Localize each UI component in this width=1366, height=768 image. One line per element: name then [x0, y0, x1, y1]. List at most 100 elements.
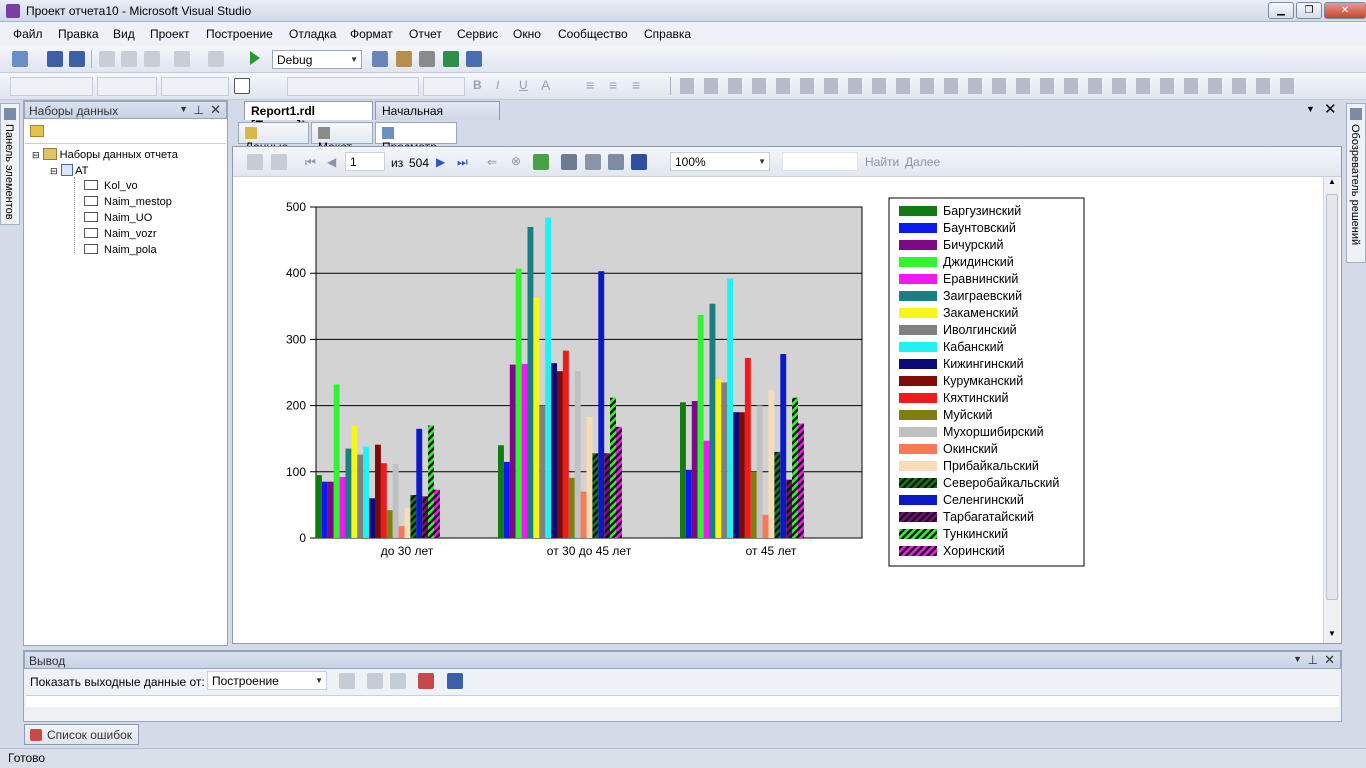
redo-icon[interactable] [208, 51, 224, 67]
menu-edit[interactable]: Правка [58, 27, 99, 41]
start-debug-icon[interactable] [250, 51, 260, 65]
tree-field[interactable]: Kol_vo [84, 180, 138, 192]
chevron-down-icon[interactable]: ▼ [1306, 104, 1315, 114]
horizontal-scrollbar[interactable] [26, 707, 1339, 719]
new-dataset-icon[interactable] [30, 125, 44, 137]
document-map-icon[interactable] [271, 154, 287, 170]
cut-icon[interactable] [99, 51, 115, 67]
close-icon[interactable]: ✕ [1324, 100, 1337, 118]
paste-icon[interactable] [144, 51, 160, 67]
previous-page-icon[interactable]: ◀ [327, 155, 336, 169]
menu-help[interactable]: Справка [644, 27, 691, 41]
tab-data[interactable]: Данные [238, 122, 309, 154]
bold-icon[interactable]: B [473, 78, 482, 92]
back-icon[interactable]: ⇐ [487, 155, 497, 169]
configuration-select[interactable]: Debug ▼ [272, 50, 362, 69]
refresh-icon[interactable] [533, 154, 549, 170]
bar [351, 425, 358, 538]
output-source-select[interactable]: Построение ▼ [207, 671, 327, 690]
menu-file[interactable]: Файл [13, 27, 43, 41]
close-icon[interactable]: ✕ [1324, 2, 1366, 19]
page-setup-icon[interactable] [608, 154, 624, 170]
tab-preview[interactable]: Просмотр [375, 122, 457, 154]
export-icon[interactable] [631, 154, 647, 170]
stop-icon[interactable]: ⊗ [511, 154, 521, 168]
scroll-down-icon[interactable]: ▼ [1328, 629, 1336, 638]
menu-build[interactable]: Построение [206, 27, 273, 41]
menu-report[interactable]: Отчет [409, 27, 442, 41]
tree-root[interactable]: ⊟ Наборы данных отчета [32, 148, 178, 161]
chevron-down-icon[interactable]: ▼ [179, 104, 188, 114]
tree-dataset[interactable]: ⊟ AT [50, 164, 88, 177]
tree-field[interactable]: Naim_UO [84, 212, 152, 224]
bar [798, 423, 804, 538]
print-icon[interactable] [561, 154, 577, 170]
menu-format[interactable]: Формат [350, 27, 393, 41]
toolbox-rail[interactable]: Панель элементов [0, 103, 20, 225]
previous-message-icon[interactable] [367, 673, 383, 689]
legend-entry: Бичурский [943, 238, 1003, 252]
next-link[interactable]: Далее [905, 155, 940, 169]
pin-icon[interactable]: ⊥ [194, 103, 204, 117]
copy-icon[interactable] [121, 51, 137, 67]
object-browser-icon[interactable] [443, 51, 459, 67]
underline-icon[interactable]: U [519, 78, 528, 92]
solution-explorer-rail[interactable]: Обозреватель решений [1346, 103, 1366, 263]
save-icon[interactable] [47, 51, 63, 67]
properties-icon[interactable] [419, 51, 435, 67]
font-color-icon[interactable]: A [541, 77, 550, 93]
word-wrap-icon[interactable] [447, 673, 463, 689]
next-message-icon[interactable] [390, 673, 406, 689]
font-select[interactable] [97, 77, 157, 96]
tree-field[interactable]: Naim_mestop [84, 196, 172, 208]
add-item-icon[interactable] [12, 51, 28, 67]
style-select[interactable] [10, 77, 93, 96]
close-icon[interactable]: ✕ [1324, 652, 1335, 668]
tab-report[interactable]: Report1.rdl [Проект]* [244, 101, 373, 132]
size-select[interactable] [161, 77, 229, 96]
tab-start-page[interactable]: Начальная страница [375, 101, 500, 132]
find-input[interactable] [782, 152, 858, 171]
save-all-icon[interactable] [69, 51, 85, 67]
first-page-icon[interactable]: ⏮ [305, 155, 316, 170]
vertical-scrollbar[interactable]: ▲ ▼ [1323, 177, 1340, 643]
menu-debug[interactable]: Отладка [289, 27, 336, 41]
scroll-up-icon[interactable]: ▲ [1328, 177, 1336, 186]
font-family-select[interactable] [287, 77, 419, 96]
toolbox-icon[interactable] [466, 51, 482, 67]
tree-field[interactable]: Naim_vozr [84, 228, 157, 240]
tab-layout[interactable]: Макет [311, 122, 373, 154]
minimize-icon[interactable]: ▁ [1268, 2, 1294, 19]
menu-tools[interactable]: Сервис [457, 27, 498, 41]
menu-window[interactable]: Окно [513, 27, 541, 41]
italic-icon[interactable]: I [496, 78, 499, 92]
zoom-select[interactable]: 100% ▼ [670, 152, 770, 171]
clear-all-icon[interactable] [418, 673, 434, 689]
close-icon[interactable]: ✕ [210, 102, 221, 118]
find-message-icon[interactable] [339, 673, 355, 689]
last-page-icon[interactable]: ⏭ [457, 155, 468, 170]
print-layout-icon[interactable] [585, 154, 601, 170]
layout-alignment-icons[interactable] [680, 78, 1300, 94]
pin-icon[interactable]: ⊥ [1308, 653, 1318, 667]
find-in-files-icon[interactable] [372, 51, 388, 67]
undo-icon[interactable] [174, 51, 190, 67]
parameters-icon[interactable] [247, 154, 263, 170]
align-right-icon[interactable]: ≡ [632, 77, 640, 93]
font-size-select[interactable] [423, 77, 465, 96]
page-input[interactable]: 1 [345, 152, 385, 171]
tab-error-list[interactable]: Список ошибок [24, 724, 140, 745]
next-page-icon[interactable]: ▶ [436, 155, 445, 169]
solution-explorer-icon[interactable] [396, 51, 412, 67]
menu-view[interactable]: Вид [113, 27, 135, 41]
find-link[interactable]: Найти [865, 155, 899, 169]
restore-icon[interactable]: ❐ [1296, 2, 1322, 19]
tree-field[interactable]: Naim_pola [84, 244, 157, 256]
chevron-down-icon[interactable]: ▼ [1293, 654, 1302, 664]
menu-project[interactable]: Проект [150, 27, 190, 41]
scroll-thumb[interactable] [1326, 194, 1338, 600]
align-center-icon[interactable]: ≡ [609, 77, 617, 93]
border-icon[interactable] [234, 78, 250, 94]
align-left-icon[interactable]: ≡ [586, 77, 594, 93]
menu-community[interactable]: Сообщество [558, 27, 628, 41]
